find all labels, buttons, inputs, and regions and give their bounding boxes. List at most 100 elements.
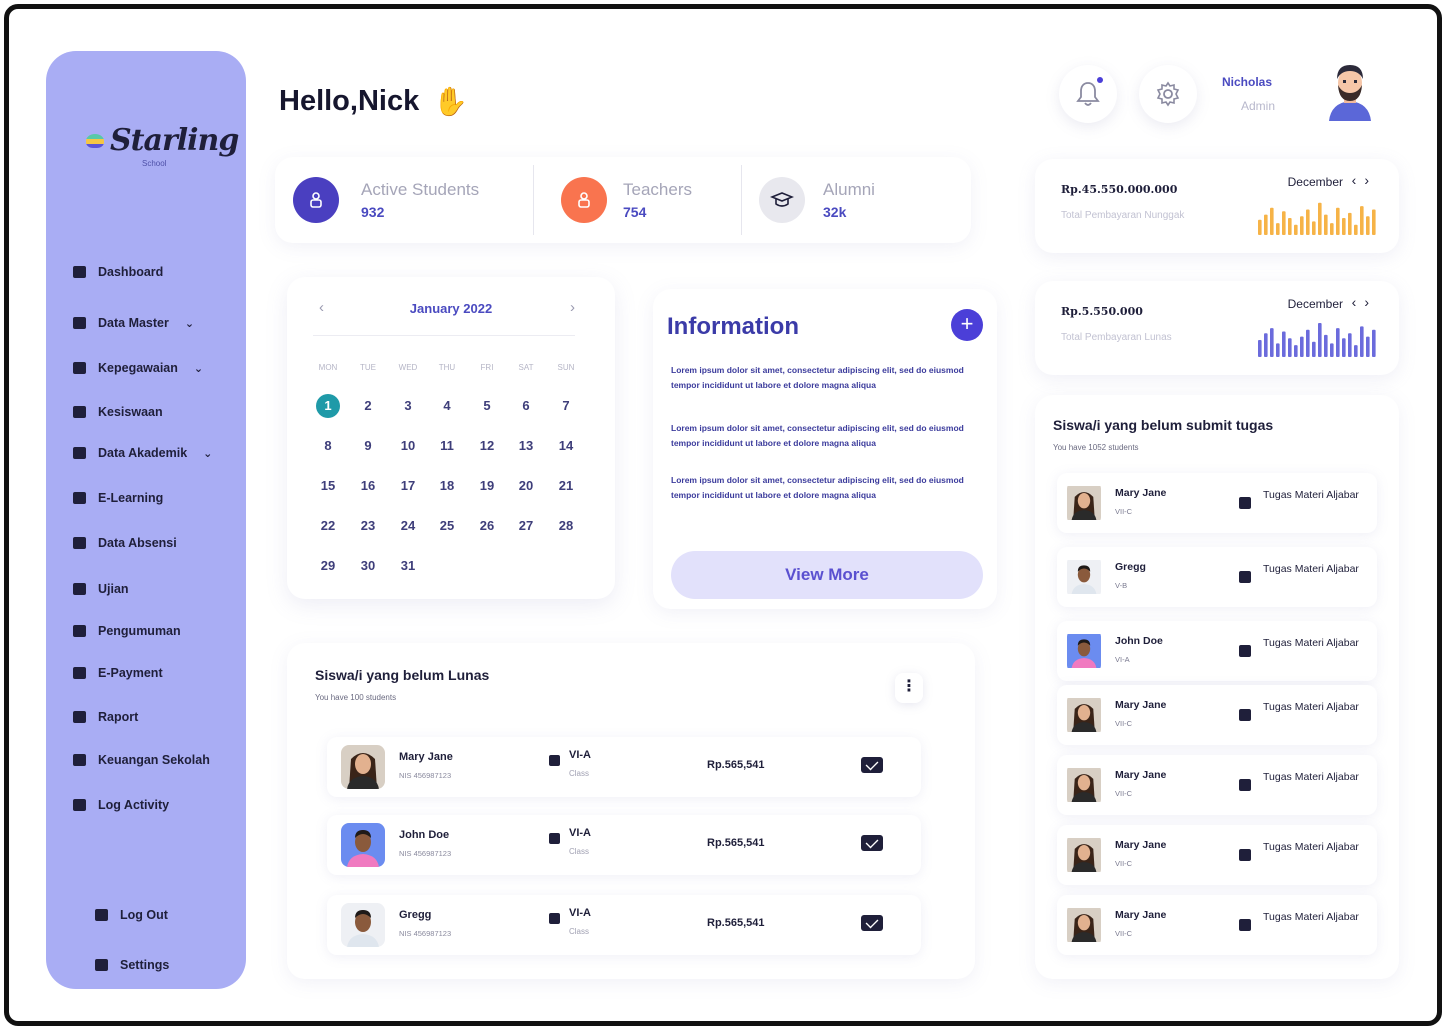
list-item[interactable]: Mary Jane VII-C Tugas Materi Aljabar xyxy=(1057,825,1377,885)
table-row[interactable]: Mary Jane NIS 456987123 VI-A Class Rp.565,54… xyxy=(327,737,921,797)
calendar-day[interactable]: 10 xyxy=(393,433,423,459)
calendar-weekday: FRI xyxy=(480,363,494,372)
calendar-day[interactable]: 14 xyxy=(551,433,581,459)
task-icon xyxy=(1239,779,1251,791)
student-class: VI-A xyxy=(569,907,591,919)
sidebar-item-keuangan-sekolah[interactable]: Keuangan Sekolah xyxy=(73,753,210,767)
chevron-right-icon[interactable]: › xyxy=(1364,294,1377,310)
sidebar-item-kesiswaan[interactable]: Kesiswaan xyxy=(73,405,163,419)
calendar-weekday: TUE xyxy=(360,363,376,372)
calendar-day[interactable]: 23 xyxy=(353,513,383,539)
calendar-day-today[interactable]: 1 xyxy=(316,394,340,418)
calendar-next-icon[interactable]: › xyxy=(570,299,575,316)
calendar-day[interactable]: 18 xyxy=(432,473,462,499)
calendar-day[interactable]: 3 xyxy=(393,393,423,419)
sidebar-item-log-out[interactable]: Log Out xyxy=(95,908,168,922)
sidebar-item-raport[interactable]: Raport xyxy=(73,710,138,724)
sidebar-item-label: Kesiswaan xyxy=(98,405,163,419)
calendar-day[interactable]: 17 xyxy=(393,473,423,499)
calendar-day[interactable]: 8 xyxy=(313,433,343,459)
user-avatar[interactable] xyxy=(1325,59,1375,121)
list-item[interactable]: Mary Jane VII-C Tugas Materi Aljabar xyxy=(1057,755,1377,815)
calendar-day[interactable]: 24 xyxy=(393,513,423,539)
list-item[interactable]: Mary Jane VII-C Tugas Materi Aljabar xyxy=(1057,685,1377,745)
sidebar-item-data-akademik[interactable]: Data Akademik ⌄ xyxy=(73,446,212,460)
add-information-button[interactable]: + xyxy=(951,309,983,341)
settings-button[interactable] xyxy=(1139,65,1197,123)
payment-month: December xyxy=(1287,175,1343,189)
payment-bar xyxy=(1354,224,1358,235)
list-item[interactable]: John Doe VI-A Tugas Materi Aljabar xyxy=(1057,621,1377,681)
calendar-day[interactable]: 4 xyxy=(432,393,462,419)
calendar-day[interactable]: 9 xyxy=(353,433,383,459)
stat-alumni[interactable]: Alumni 32k xyxy=(759,157,875,243)
sidebar-item-pengumuman[interactable]: Pengumuman xyxy=(73,624,181,638)
calendar-day[interactable]: 30 xyxy=(353,553,383,579)
calendar-day[interactable]: 25 xyxy=(432,513,462,539)
sidebar-item-data-absensi[interactable]: Data Absensi xyxy=(73,536,177,550)
calendar-day[interactable]: 19 xyxy=(472,473,502,499)
calendar-day[interactable]: 15 xyxy=(313,473,343,499)
task-name: Tugas Materi Aljabar xyxy=(1263,911,1359,923)
sidebar-item-dashboard[interactable]: Dashboard xyxy=(73,265,163,279)
calendar-day[interactable]: 21 xyxy=(551,473,581,499)
chevron-left-icon[interactable]: ‹ xyxy=(1352,294,1365,310)
user-name[interactable]: Nicholas xyxy=(1222,75,1272,89)
stat-teachers[interactable]: Teachers 754 xyxy=(561,157,692,243)
sidebar-item-log-activity[interactable]: Log Activity xyxy=(73,798,169,812)
calendar-day[interactable]: 27 xyxy=(511,513,541,539)
task-icon xyxy=(1239,571,1251,583)
sidebar-item-data-master[interactable]: Data Master ⌄ xyxy=(73,316,194,330)
more-options-button[interactable]: ⋮ xyxy=(895,673,923,703)
notification-button[interactable] xyxy=(1059,65,1117,123)
information-paragraph: Lorem ipsum dolor sit amet, consectetur … xyxy=(671,365,964,390)
calendar-day[interactable]: 5 xyxy=(472,393,502,419)
sidebar-item-e-payment[interactable]: E-Payment xyxy=(73,666,163,680)
list-item[interactable]: Mary Jane VII-C Tugas Materi Aljabar xyxy=(1057,473,1377,533)
view-more-button[interactable]: View More xyxy=(671,551,983,599)
payment-bar xyxy=(1348,333,1352,357)
calendar-day[interactable]: 20 xyxy=(511,473,541,499)
calendar-day[interactable]: 2 xyxy=(353,393,383,419)
calendar-day[interactable]: 28 xyxy=(551,513,581,539)
table-row[interactable]: Gregg NIS 456987123 VI-A Class Rp.565,541 xyxy=(327,895,921,955)
list-item[interactable]: Mary Jane VII-C Tugas Materi Aljabar xyxy=(1057,895,1377,955)
list-item[interactable]: Gregg V-B Tugas Materi Aljabar xyxy=(1057,547,1377,607)
class-icon xyxy=(549,913,560,924)
calendar-day[interactable]: 26 xyxy=(472,513,502,539)
avatar xyxy=(1067,833,1101,877)
calendar-day[interactable]: 11 xyxy=(432,433,462,459)
logout-icon xyxy=(95,909,108,921)
section-subtitle: You have 1052 students xyxy=(1053,443,1139,452)
mail-icon[interactable] xyxy=(861,915,883,931)
sidebar-item-ujian[interactable]: Ujian xyxy=(73,582,129,596)
calendar-day[interactable]: 7 xyxy=(551,393,581,419)
calendar-day[interactable]: 13 xyxy=(511,433,541,459)
payment-bar xyxy=(1360,326,1364,357)
payment-bar xyxy=(1264,214,1268,235)
sidebar-item-label: Pengumuman xyxy=(98,624,181,638)
calendar-day[interactable]: 6 xyxy=(511,393,541,419)
sidebar-item-kepegawaian[interactable]: Kepegawaian ⌄ xyxy=(73,361,203,375)
logo[interactable]: Starling xyxy=(86,123,239,158)
student-class: VII-C xyxy=(1115,929,1133,938)
calendar-day[interactable]: 16 xyxy=(353,473,383,499)
calendar-day[interactable]: 12 xyxy=(472,433,502,459)
stat-value: 32k xyxy=(823,204,847,220)
calendar-day[interactable]: 29 xyxy=(313,553,343,579)
sidebar-item-e-learning[interactable]: E-Learning xyxy=(73,491,163,505)
table-row[interactable]: John Doe NIS 456987123 VI-A Class Rp.565,541 xyxy=(327,815,921,875)
chevron-left-icon[interactable]: ‹ xyxy=(1352,172,1365,188)
calendar-day[interactable]: 31 xyxy=(393,553,423,579)
calendar-day[interactable]: 22 xyxy=(313,513,343,539)
student-name: Mary Jane xyxy=(1115,909,1167,921)
task-icon xyxy=(1239,645,1251,657)
mail-icon[interactable] xyxy=(861,757,883,773)
payment-bar xyxy=(1300,336,1304,357)
stat-active-students[interactable]: Active Students 932 xyxy=(293,157,479,243)
payment-card-lunas: Rp.5.550.000 Total Pembayaran Lunas Dece… xyxy=(1035,281,1399,375)
sidebar-item-settings[interactable]: Settings xyxy=(95,958,169,972)
payment-bar xyxy=(1330,343,1334,357)
mail-icon[interactable] xyxy=(861,835,883,851)
chevron-right-icon[interactable]: › xyxy=(1364,172,1377,188)
